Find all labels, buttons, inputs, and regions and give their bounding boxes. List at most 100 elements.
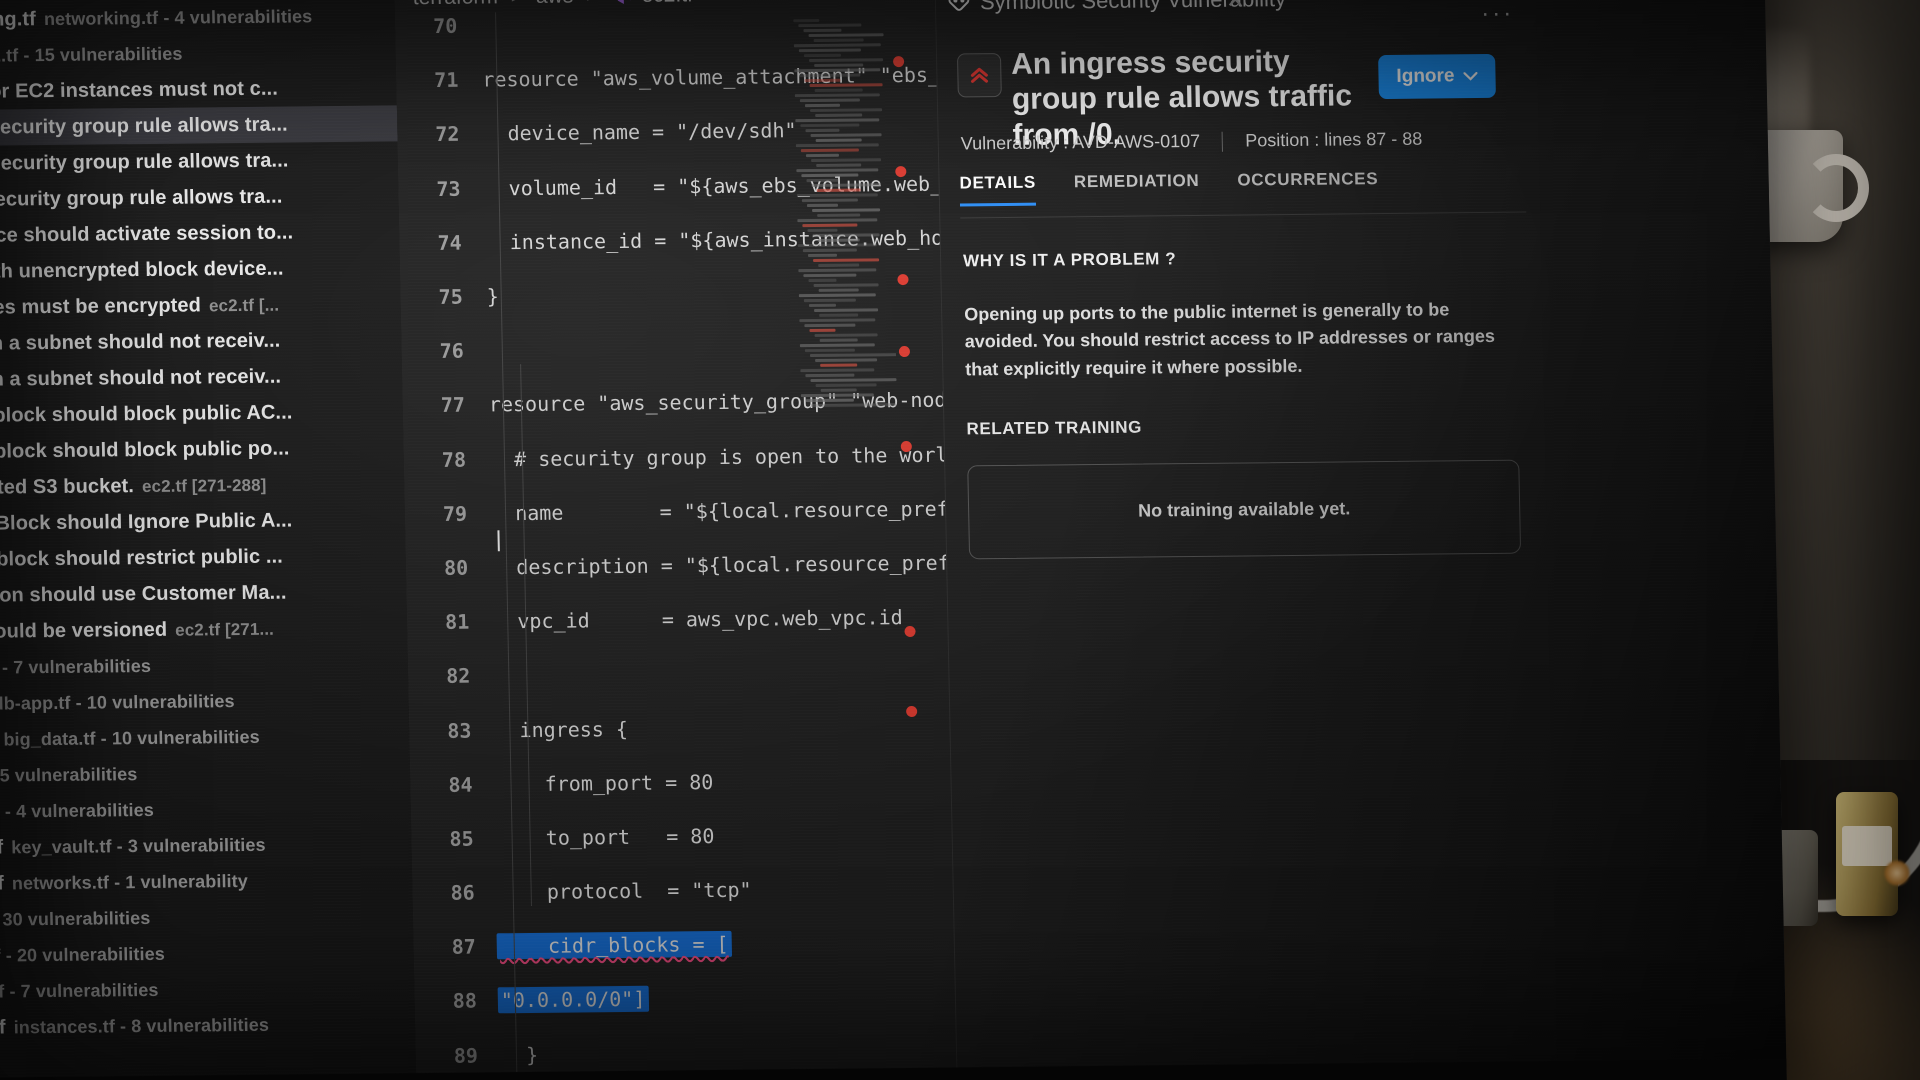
overview-marker[interactable] bbox=[900, 440, 912, 453]
row-detail: big_data.tf - 10 vulnerabilities bbox=[3, 726, 260, 750]
minimap-line bbox=[803, 28, 842, 33]
minimap-line bbox=[817, 238, 860, 242]
minimap-line bbox=[819, 313, 859, 317]
sidebar-issue-row[interactable]: er data for EC2 instances must not c... bbox=[0, 69, 397, 110]
overview-marker[interactable] bbox=[898, 345, 911, 358]
breadcrumb-folder[interactable]: aws bbox=[536, 0, 574, 8]
minimap-line bbox=[805, 373, 855, 378]
code-editor: … terraform > aws > ec2.tf 7071resource … bbox=[393, 0, 1069, 1074]
text-cursor bbox=[497, 530, 500, 552]
minimap-line bbox=[795, 118, 880, 123]
row-detail: ec2.tf - 15 vulnerabilities bbox=[0, 43, 183, 66]
sidebar-issue-row[interactable]: Access Block should Ignore Public A... bbox=[0, 501, 406, 542]
breadcrumb-file[interactable]: ec2.tf bbox=[641, 0, 693, 7]
sidebar-file-row[interactable]: _data.tfbig_data.tf - 10 vulnerabilities bbox=[0, 717, 410, 758]
lamp-glow bbox=[1884, 860, 1910, 886]
row-name: tance with unencrypted block device... bbox=[0, 257, 284, 284]
minimap-line bbox=[802, 223, 858, 228]
minimap-line bbox=[798, 48, 861, 53]
more-actions-icon[interactable]: ··· bbox=[1481, 0, 1515, 28]
minimap-line bbox=[803, 273, 857, 278]
overview-marker[interactable] bbox=[906, 705, 918, 718]
minimap-line bbox=[809, 328, 836, 333]
sidebar-file-row[interactable]: .tfeks.tf - 7 vulnerabilities bbox=[0, 645, 408, 686]
minimap-line bbox=[799, 98, 860, 103]
panel-tab-remediation[interactable]: REMEDIATION bbox=[1074, 171, 1200, 202]
minimap-line bbox=[806, 203, 839, 208]
minimap-line bbox=[801, 173, 859, 178]
row-name: Access block should block public AC... bbox=[0, 401, 293, 427]
minimap-line bbox=[813, 258, 880, 263]
symbiotic-logo-icon bbox=[946, 0, 973, 14]
minimap-line bbox=[808, 33, 884, 38]
minimap-line bbox=[814, 333, 878, 337]
minimap-line bbox=[799, 343, 875, 348]
sidebar-file-row[interactable]: tfes.tf - 5 vulnerabilities bbox=[0, 753, 411, 794]
minimap-line bbox=[810, 133, 882, 138]
sidebar-file-row[interactable]: tfs3.tf - 30 vulnerabilities bbox=[0, 897, 414, 938]
row-detail: ec2.tf [271... bbox=[174, 619, 275, 640]
row-name: Access Block should Ignore Public A... bbox=[0, 509, 293, 535]
row-detail: db-app.tf - 10 vulnerabilities bbox=[0, 691, 235, 714]
row-name: Access block should restrict public ... bbox=[0, 545, 284, 572]
sidebar-file-row[interactable]: -app.tfdb-app.tf - 10 vulnerabilities bbox=[0, 681, 409, 722]
sidebar-issue-row[interactable]: tances in a subnet should not receiv... bbox=[0, 321, 402, 362]
sidebar-file-row[interactable]: .tfaks.tf - 4 vulnerabilities bbox=[0, 789, 411, 830]
monitor: Security found 189 vulnerabilitiesnetwor… bbox=[0, 0, 1788, 1080]
overview-marker[interactable] bbox=[895, 166, 907, 178]
sidebar-issue-row[interactable]: egress security group rule allows tra... bbox=[0, 177, 399, 218]
sidebar-issue-row[interactable]: ingress security group rule allows tra..… bbox=[0, 105, 398, 147]
symbiotic-panel: Symbiotic Security Vulnerability ✕ ··· A… bbox=[933, 0, 1558, 1068]
sidebar-issue-row[interactable]: Access block should restrict public ... bbox=[0, 537, 406, 578]
minimap-line bbox=[800, 148, 859, 153]
minimap-line bbox=[794, 68, 881, 73]
vulnerability-position: Position : lines 87 - 88 bbox=[1244, 128, 1423, 151]
sidebar-issue-row[interactable]: Access block should block public AC... bbox=[0, 393, 403, 434]
row-detail: networks.tf - 1 vulnerability bbox=[11, 870, 249, 894]
minimap-line bbox=[811, 158, 882, 163]
row-name: ingress security group rule allows tra..… bbox=[0, 149, 289, 176]
sidebar-issue-row[interactable]: tances in a subnet should not receiv... bbox=[0, 357, 403, 398]
sidebar-file-row[interactable]: .tfgke.tf - 7 vulnerabilities bbox=[0, 969, 415, 1010]
minimap-line bbox=[805, 153, 840, 158]
minimap-line bbox=[803, 53, 841, 58]
panel-tab-details[interactable]: DETAILS bbox=[959, 172, 1037, 207]
minimap-line bbox=[818, 288, 859, 292]
minimap-line bbox=[793, 43, 881, 48]
minimap-line bbox=[805, 398, 854, 403]
ignore-button[interactable]: Ignore bbox=[1378, 53, 1496, 100]
overview-marker[interactable] bbox=[897, 274, 909, 286]
sidebar-issue-row[interactable]: tance with unencrypted block device... bbox=[0, 249, 400, 290]
sidebar-issue-row[interactable]: S volumes must be encrypted ec2.tf [... bbox=[0, 285, 401, 326]
sidebar-file-row[interactable]: works.tf networks.tf - 1 vulnerability bbox=[0, 861, 413, 902]
sidebar-file-row[interactable]: networking.tf networking.tf - 4 vulnerabi… bbox=[0, 0, 395, 39]
sidebar-issue-row[interactable]: nencrypted S3 bucket. ec2.tf [271-288] bbox=[0, 465, 405, 506]
bottle bbox=[1836, 792, 1898, 916]
sidebar-issue-row[interactable]: encryption should use Customer Ma... bbox=[0, 573, 407, 614]
close-icon[interactable]: ✕ bbox=[1226, 0, 1245, 14]
breadcrumb-root[interactable]: terraform bbox=[412, 0, 498, 9]
vulnerability-sidebar[interactable]: Security found 189 vulnerabilitiesnetwor… bbox=[0, 0, 418, 1079]
minimap-line bbox=[804, 348, 855, 353]
sidebar-file-row[interactable]: _vault.tf key_vault.tf - 3 vulnerabilitie… bbox=[0, 825, 412, 866]
sidebar-issue-row[interactable]: Access block should block public po... bbox=[0, 429, 404, 470]
minimap-line bbox=[815, 358, 878, 362]
minimap-line bbox=[810, 403, 897, 408]
minimap-line bbox=[811, 183, 881, 188]
sidebar-file-row[interactable]: ec2.tfec2.tf - 15 vulnerabilities bbox=[0, 33, 396, 74]
panel-tabs[interactable]: DETAILS REMEDIATION OCCURRENCES bbox=[959, 167, 1527, 219]
overview-marker[interactable] bbox=[892, 56, 905, 68]
sidebar-issue-row[interactable]: s_instance should activate session to... bbox=[0, 213, 400, 254]
row-name: tances in a subnet should not receiv... bbox=[0, 329, 281, 356]
sidebar-file-row[interactable]: .tfrds.tf - 20 vulnerabilities bbox=[0, 933, 414, 974]
minimap-line bbox=[813, 283, 879, 288]
minimap-line bbox=[804, 103, 841, 108]
ignore-button-label: Ignore bbox=[1396, 65, 1455, 87]
minimap-line bbox=[814, 63, 864, 67]
row-detail: eks.tf - 7 vulnerabilities bbox=[0, 655, 152, 678]
sidebar-issue-row[interactable]: ingress security group rule allows tra..… bbox=[0, 141, 398, 182]
sidebar-file-row[interactable]: ances.tf instances.tf - 8 vulnerabilities bbox=[0, 1005, 416, 1046]
overview-marker[interactable] bbox=[904, 625, 916, 638]
panel-tab-occurrences[interactable]: OCCURRENCES bbox=[1237, 169, 1378, 200]
sidebar-issue-row[interactable]: Data should be versioned ec2.tf [271... bbox=[0, 609, 408, 650]
